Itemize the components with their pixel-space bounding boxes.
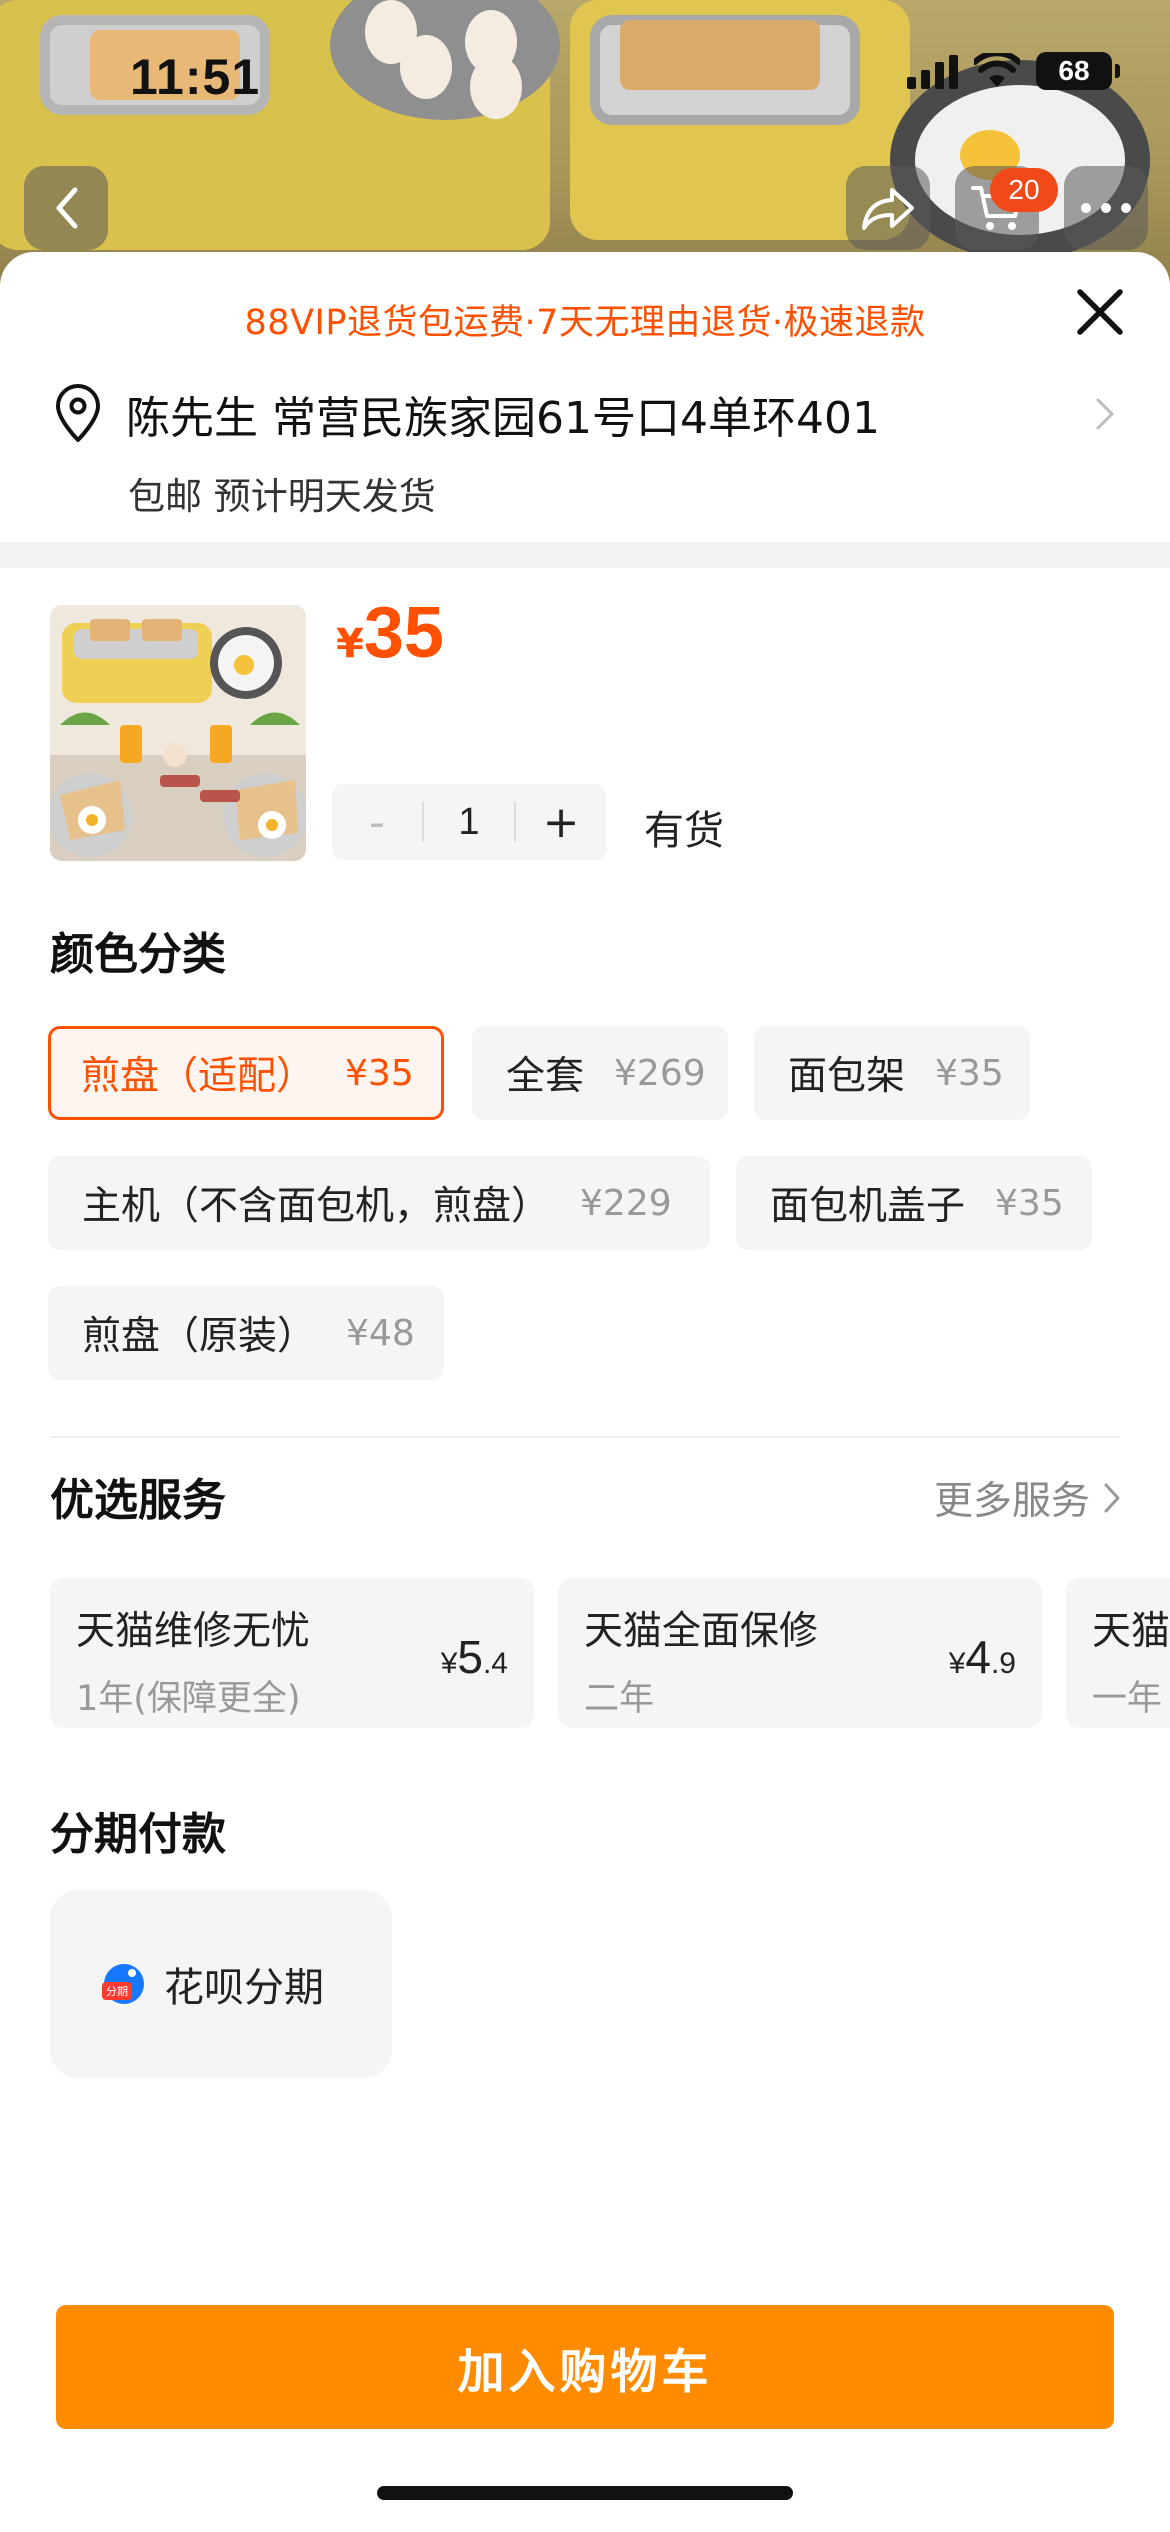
service-name: 天猫: [1092, 1609, 1170, 1654]
cellular-signal-icon: [907, 53, 958, 89]
sku-option[interactable]: 面包机盖子 ¥35: [736, 1156, 1092, 1250]
promo-banner: 88VIP退货包运费·7天无理由退货·极速退款: [244, 303, 926, 343]
increase-quantity-button[interactable]: +: [516, 784, 606, 860]
close-button[interactable]: [1070, 282, 1130, 342]
huabei-installment-option[interactable]: 分期 花呗分期: [50, 1890, 392, 2078]
sku-option-label: 主机（不含面包机，煎盘）: [82, 1184, 551, 1229]
decrease-quantity-button[interactable]: -: [332, 784, 422, 860]
close-icon: [1077, 289, 1123, 335]
sku-option[interactable]: 煎盘（原装） ¥48: [48, 1286, 444, 1380]
sku-option-label: 面包机盖子: [770, 1184, 966, 1229]
sku-option[interactable]: 全套 ¥269: [472, 1026, 728, 1120]
more-button[interactable]: [1064, 166, 1148, 250]
sku-option-price: ¥35: [345, 1052, 414, 1094]
chevron-right-icon: [1104, 1483, 1120, 1513]
sku-option-price: ¥229: [580, 1182, 672, 1224]
service-term: 一年: [1092, 1679, 1163, 1719]
sku-option-selected[interactable]: 煎盘（适配） ¥35: [48, 1026, 444, 1120]
service-price: ¥5.4: [440, 1631, 508, 1683]
quantity-value[interactable]: 1: [422, 801, 516, 843]
more-services-link[interactable]: 更多服务: [934, 1470, 1122, 1526]
services-section-title: 优选服务: [50, 1475, 226, 1526]
sku-option-label: 煎盘（原装）: [82, 1314, 317, 1359]
svg-text:分期: 分期: [106, 1985, 128, 1998]
cart-count-badge: 20: [990, 168, 1058, 212]
chevron-left-icon: [56, 187, 78, 229]
sku-option-label: 面包架: [788, 1054, 906, 1099]
sku-option-price: ¥35: [995, 1182, 1064, 1224]
service-option[interactable]: 天猫 一年: [1066, 1578, 1170, 1728]
stock-status: 有货: [644, 808, 724, 854]
sku-selection-sheet: 88VIP退货包运费·7天无理由退货·极速退款 陈先生 常营民族家园61号口4单…: [0, 252, 1170, 2532]
service-option[interactable]: 天猫全面保修 二年 ¥4.9: [558, 1578, 1042, 1728]
product-image: [50, 605, 306, 861]
installment-section-title: 分期付款: [50, 1809, 226, 1860]
share-icon: [862, 188, 914, 230]
more-icon: [1081, 203, 1131, 213]
sku-option-price: ¥269: [614, 1052, 706, 1094]
sku-option-label: 全套: [506, 1054, 585, 1099]
wifi-icon: [974, 53, 1020, 87]
service-option[interactable]: 天猫维修无忧 1年(保障更全) ¥5.4: [50, 1578, 534, 1728]
color-section-title: 颜色分类: [50, 929, 226, 980]
chevron-right-icon: [1096, 398, 1114, 430]
huabei-label: 花呗分期: [164, 1965, 324, 2011]
sku-option-label: 煎盘（适配）: [81, 1054, 316, 1099]
share-button[interactable]: [846, 166, 930, 250]
status-indicators: 68: [907, 52, 1120, 90]
huabei-logo-icon: 分期: [102, 1964, 144, 2004]
battery-indicator: 68: [1036, 52, 1120, 90]
location-pin-icon: [56, 384, 100, 442]
back-button[interactable]: [24, 166, 108, 250]
status-time: 11:51: [130, 49, 261, 105]
sku-option-price: ¥48: [346, 1312, 415, 1354]
address-text: 陈先生 常营民族家园61号口4单环401: [126, 393, 880, 444]
sku-option-price: ¥35: [935, 1052, 1004, 1094]
address-row[interactable]: 陈先生 常营民族家园61号口4单环401: [50, 382, 1120, 446]
service-price: ¥4.9: [948, 1631, 1016, 1683]
sku-option[interactable]: 主机（不含面包机，煎盘） ¥229: [48, 1156, 710, 1250]
product-thumbnail[interactable]: [50, 605, 306, 861]
shipping-info: 包邮 预计明天发货: [128, 475, 436, 518]
section-separator: [0, 542, 1170, 568]
sku-option[interactable]: 面包架 ¥35: [754, 1026, 1030, 1120]
home-indicator: [377, 2486, 793, 2500]
section-divider: [50, 1436, 1120, 1438]
add-to-cart-button[interactable]: 加入购物车: [56, 2305, 1114, 2429]
quantity-stepper: - 1 +: [332, 784, 606, 860]
more-services-label: 更多服务: [933, 1479, 1090, 1524]
product-price: ¥35: [336, 593, 444, 673]
